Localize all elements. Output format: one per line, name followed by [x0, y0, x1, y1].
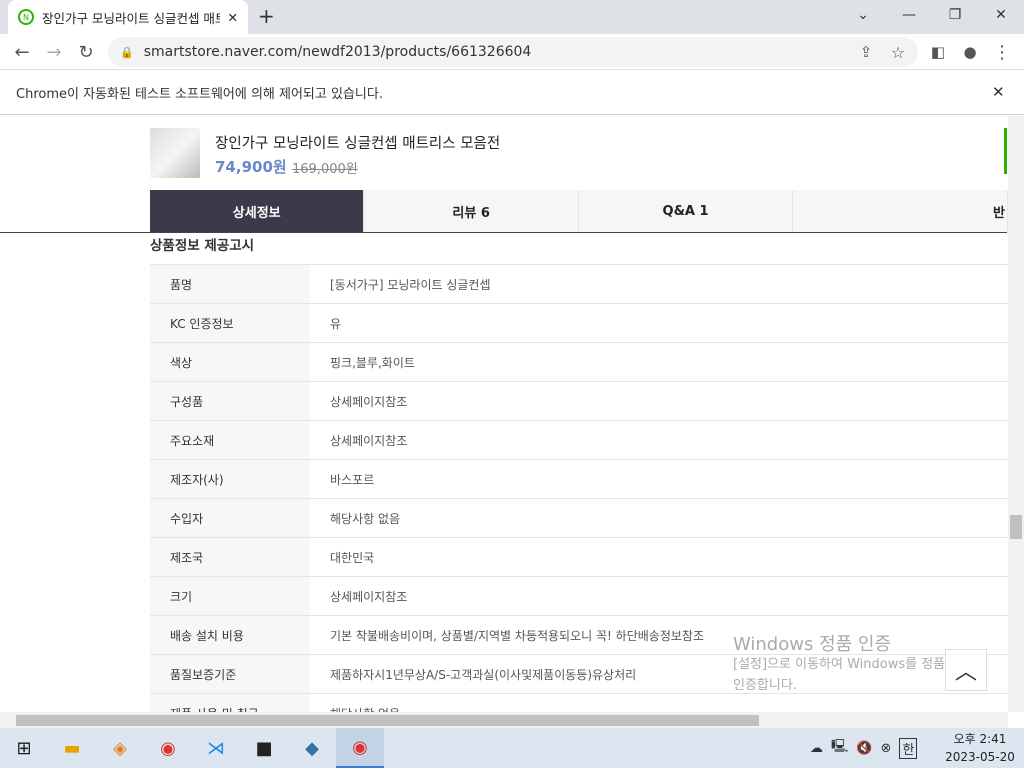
- tab-strip: N 장인가구 모닝라이트 싱글컨셉 매트리스 모음전 ✕ + ⌄ — ❐ ✕: [0, 0, 1024, 34]
- row-label: 구성품: [150, 382, 310, 420]
- row-value: 상세페이지참조: [330, 589, 408, 604]
- row-value: [동서가구] 모닝라이트 싱글컨셉: [330, 277, 491, 292]
- restore-button[interactable]: ❐: [932, 0, 978, 30]
- volume-muted-icon[interactable]: 🔇: [856, 741, 872, 756]
- tab-search-icon[interactable]: ⌄: [840, 0, 886, 30]
- clock[interactable]: 오후 2:41 2023-05-20: [940, 730, 1020, 766]
- scroll-to-top-button[interactable]: ︿: [945, 649, 987, 691]
- maps-app-icon[interactable]: ◈: [96, 728, 144, 768]
- page-content: 장인가구 모닝라이트 싱글컨셉 매트리스 모음전 74,900원 169,000…: [0, 116, 1008, 712]
- profile-avatar-icon[interactable]: ●: [958, 40, 982, 64]
- row-label: 배송 설치 비용: [150, 616, 310, 654]
- tab-reviews[interactable]: 리뷰 6: [364, 190, 579, 232]
- toolbar: ← → ↻ 🔒 smartstore.naver.com/newdf2013/p…: [0, 34, 1024, 70]
- url-text: smartstore.naver.com/newdf2013/products/…: [143, 44, 532, 60]
- vertical-scroll-thumb[interactable]: [1010, 515, 1022, 539]
- row-label: KC 인증정보: [150, 304, 310, 342]
- product-name: 장인가구 모닝라이트 싱글컨셉 매트리스 모음전: [215, 136, 501, 152]
- sticky-notes-icon[interactable]: ■: [240, 728, 288, 768]
- tab-title: 장인가구 모닝라이트 싱글컨셉 매트리스 모음전: [42, 10, 220, 26]
- table-row: 품명 [동서가구] 모닝라이트 싱글컨셉: [150, 265, 1008, 304]
- row-label: 수입자: [150, 499, 310, 537]
- product-original-price: 169,000원: [292, 162, 358, 177]
- buy-button-edge[interactable]: [1004, 128, 1007, 174]
- system-tray: ☁ 🖳 🔇 ⊗ 한: [810, 728, 918, 768]
- table-row: 크기 상세페이지참조: [150, 577, 1008, 616]
- clock-time: 오후 2:41: [953, 732, 1007, 746]
- start-windows-icon[interactable]: ⊞: [0, 728, 48, 768]
- row-value: 바스포르: [330, 472, 375, 487]
- file-explorer-icon[interactable]: ▬: [48, 728, 96, 768]
- product-price: 74,900원: [215, 158, 287, 176]
- table-row: 색상 핑크,블루,화이트: [150, 343, 1008, 382]
- row-value: 해당사항 없음: [310, 694, 1008, 713]
- vscode-icon[interactable]: ⋊: [192, 728, 240, 768]
- new-tab-button[interactable]: +: [258, 4, 275, 28]
- table-row: 제조자(사) 바스포르: [150, 460, 1008, 499]
- table-row: KC 인증정보 유: [150, 304, 1008, 343]
- windows-activation-watermark: Windows 정품 인증 [설정]으로 이동하여 Windows를 정품 인증…: [733, 630, 945, 693]
- product-thumbnail: [150, 128, 200, 178]
- status-x-icon[interactable]: ⊗: [881, 741, 892, 756]
- row-value: 상세페이지참조: [330, 394, 408, 409]
- watermark-line2: 인증합니다.: [733, 678, 797, 693]
- watermark-title: Windows 정품 인증: [733, 634, 892, 655]
- onedrive-icon[interactable]: ☁: [810, 741, 823, 756]
- automation-infobar: Chrome이 자동화된 테스트 소프트웨어에 의해 제어되고 있습니다. ✕: [0, 71, 1024, 115]
- close-window-button[interactable]: ✕: [978, 0, 1024, 30]
- chrome-icon[interactable]: ◉: [144, 728, 192, 768]
- table-row: 제품 사용 및 취급해당사항 없음: [150, 694, 1008, 712]
- row-value: 핑크,블루,화이트: [330, 355, 415, 370]
- share-icon[interactable]: ⇪: [854, 40, 878, 64]
- row-label: 품질보증기준: [150, 655, 310, 693]
- table-row: 수입자 해당사항 없음: [150, 499, 1008, 538]
- python-icon[interactable]: ◆: [288, 728, 336, 768]
- row-label: 제조국: [150, 538, 310, 576]
- table-title: 상품정보 제공고시: [150, 238, 255, 254]
- forward-icon[interactable]: →: [42, 40, 66, 64]
- address-bar[interactable]: 🔒 smartstore.naver.com/newdf2013/product…: [108, 37, 918, 67]
- table-row: 주요소재 상세페이지참조: [150, 421, 1008, 460]
- row-label: 색상: [150, 343, 310, 381]
- row-value: 대한민국: [330, 550, 375, 565]
- vertical-scrollbar[interactable]: [1008, 116, 1024, 712]
- tab-qna[interactable]: Q&A 1: [579, 190, 794, 232]
- chrome-active-icon[interactable]: ◉: [336, 728, 384, 768]
- table-row: 구성품 상세페이지참조: [150, 382, 1008, 421]
- close-tab-icon[interactable]: ✕: [228, 10, 238, 25]
- infobar-text: Chrome이 자동화된 테스트 소프트웨어에 의해 제어되고 있습니다.: [16, 87, 383, 102]
- row-value: 유: [330, 316, 342, 331]
- table-row: 제조국 대한민국: [150, 538, 1008, 577]
- browser-tab[interactable]: N 장인가구 모닝라이트 싱글컨셉 매트리스 모음전 ✕: [8, 0, 248, 34]
- minimize-button[interactable]: —: [886, 0, 932, 30]
- row-value: 해당사항 없음: [330, 511, 401, 526]
- clock-date: 2023-05-20: [945, 750, 1015, 764]
- row-label: 제조자(사): [150, 460, 310, 498]
- horizontal-scroll-thumb[interactable]: [16, 715, 759, 726]
- lock-icon: 🔒: [120, 45, 134, 59]
- row-value: 상세페이지참조: [330, 433, 408, 448]
- network-icon[interactable]: 🖳: [831, 737, 848, 759]
- ime-indicator[interactable]: 한: [899, 737, 918, 759]
- tab-detail[interactable]: 상세정보: [150, 190, 365, 232]
- bookmark-star-icon[interactable]: ☆: [886, 40, 910, 64]
- row-label: 주요소재: [150, 421, 310, 459]
- close-infobar-icon[interactable]: ✕: [992, 83, 1005, 101]
- tab-return[interactable]: 반: [793, 190, 1008, 232]
- menu-icon[interactable]: ⋮: [990, 40, 1014, 64]
- divider: [0, 232, 1007, 233]
- detail-tabs: 상세정보 리뷰 6 Q&A 1 반: [150, 190, 1008, 232]
- back-icon[interactable]: ←: [10, 40, 34, 64]
- row-label: 품명: [150, 265, 310, 303]
- row-label: 크기: [150, 577, 310, 615]
- reload-icon[interactable]: ↻: [74, 40, 98, 64]
- side-panel-icon[interactable]: ◧: [926, 40, 950, 64]
- row-label: 제품 사용 및 취급: [150, 694, 310, 712]
- watermark-line1: [설정]으로 이동하여 Windows를 정품: [733, 657, 946, 672]
- naver-favicon-icon: N: [18, 9, 34, 25]
